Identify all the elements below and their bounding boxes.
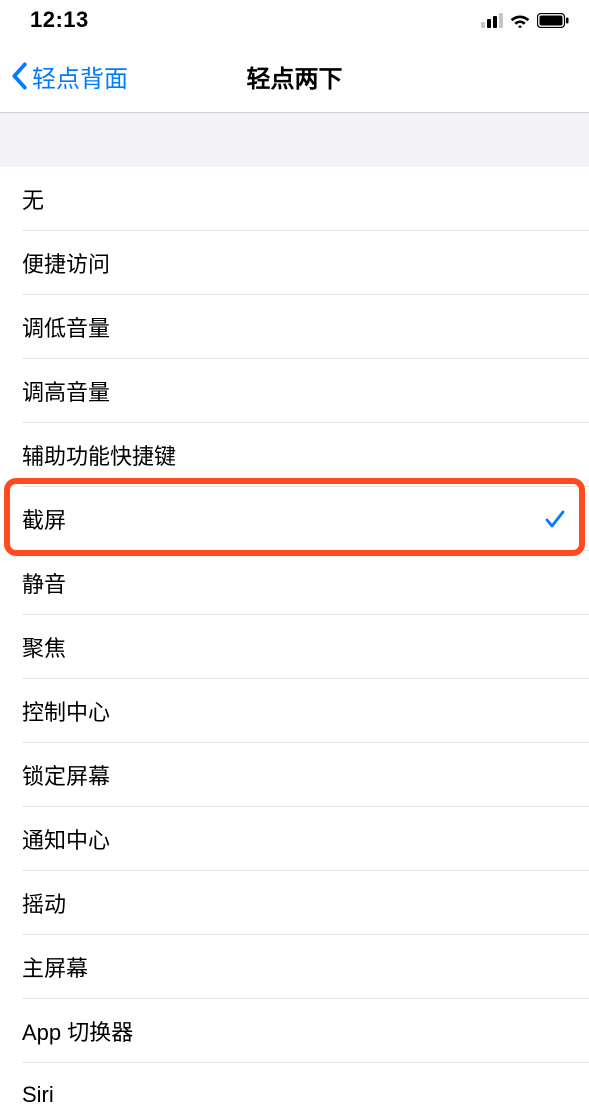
option-row[interactable]: 截屏 (0, 487, 589, 551)
option-label: 静音 (22, 567, 66, 599)
option-label: 辅助功能快捷键 (22, 439, 176, 471)
option-label: 截屏 (22, 503, 66, 535)
option-row[interactable]: 调高音量 (0, 359, 589, 423)
option-row[interactable]: App 切换器 (0, 999, 589, 1063)
option-row[interactable]: Siri (0, 1063, 589, 1118)
option-row[interactable]: 通知中心 (0, 807, 589, 871)
option-label: 无 (22, 183, 44, 215)
option-label: 通知中心 (22, 823, 110, 855)
options-list: 无便捷访问调低音量调高音量辅助功能快捷键截屏静音聚焦控制中心锁定屏幕通知中心摇动… (0, 167, 589, 1118)
status-time: 12:13 (30, 7, 89, 33)
back-button[interactable]: 轻点背面 (0, 59, 128, 94)
option-label: 便捷访问 (22, 247, 110, 279)
cellular-signal-icon (481, 12, 503, 28)
status-bar: 12:13 (0, 0, 589, 40)
navigation-bar: 轻点背面 轻点两下 (0, 40, 589, 113)
option-row[interactable]: 主屏幕 (0, 935, 589, 999)
back-label: 轻点背面 (32, 59, 128, 94)
option-label: App 切换器 (22, 1015, 133, 1047)
option-row[interactable]: 聚焦 (0, 615, 589, 679)
option-label: 调低音量 (22, 311, 110, 343)
option-row[interactable]: 无 (0, 167, 589, 231)
option-row[interactable]: 摇动 (0, 871, 589, 935)
option-row[interactable]: 调低音量 (0, 295, 589, 359)
option-label: 聚焦 (22, 631, 66, 663)
option-label: 主屏幕 (22, 951, 88, 983)
battery-icon (537, 13, 569, 28)
option-row[interactable]: 锁定屏幕 (0, 743, 589, 807)
option-row[interactable]: 控制中心 (0, 679, 589, 743)
option-label: 摇动 (22, 887, 66, 919)
checkmark-icon (543, 507, 567, 531)
option-row[interactable]: 静音 (0, 551, 589, 615)
option-label: Siri (22, 1082, 54, 1108)
section-spacer (0, 113, 589, 167)
option-label: 锁定屏幕 (22, 759, 110, 791)
status-right (481, 12, 569, 28)
option-row[interactable]: 辅助功能快捷键 (0, 423, 589, 487)
option-label: 控制中心 (22, 695, 110, 727)
chevron-left-icon (10, 62, 28, 90)
option-label: 调高音量 (22, 375, 110, 407)
wifi-icon (509, 12, 531, 28)
option-row[interactable]: 便捷访问 (0, 231, 589, 295)
